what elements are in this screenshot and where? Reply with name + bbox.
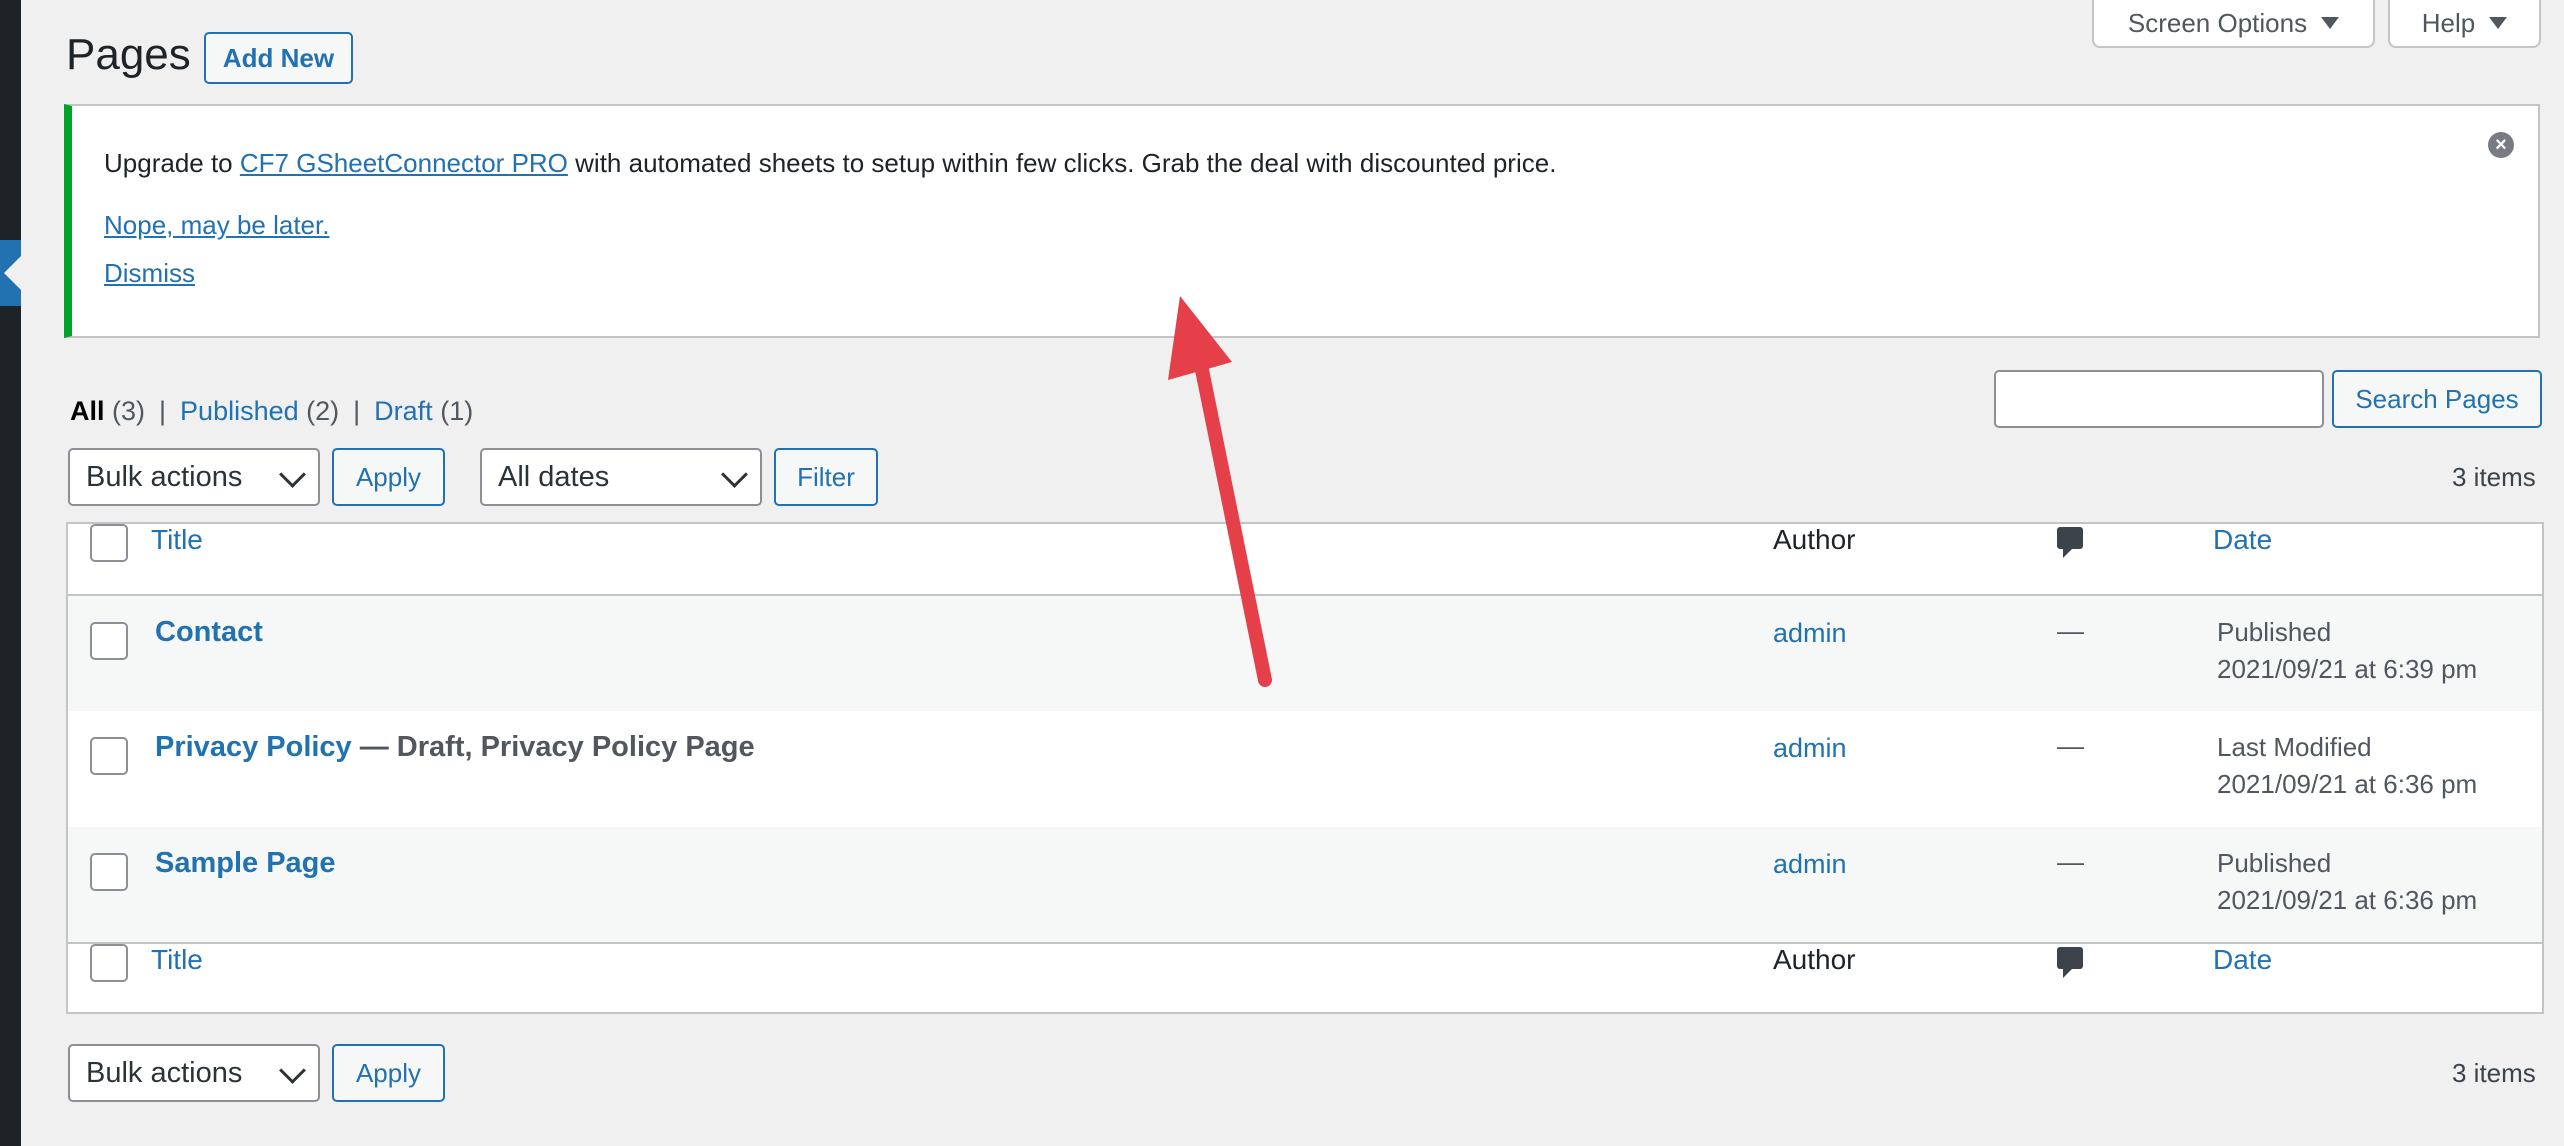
annotation-arrow-icon [1168, 296, 1272, 687]
